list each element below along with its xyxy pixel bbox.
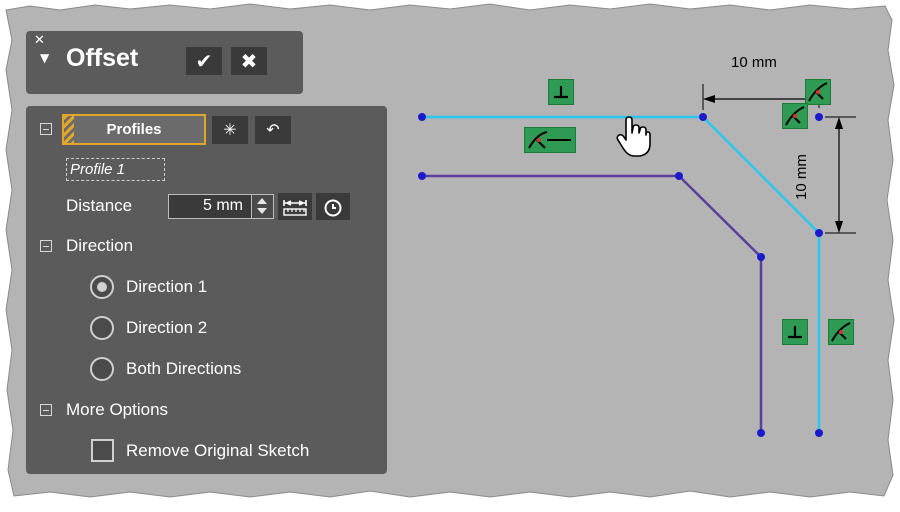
tangent-constraint-icon[interactable] [828,319,854,345]
vertical-dimension-value[interactable]: 10 mm [793,154,810,200]
perpendicular-constraint-icon[interactable] [548,79,574,105]
offset-sketch-line[interactable] [422,115,821,433]
vertical-dimension[interactable] [825,116,856,234]
sketch-geometry [418,84,856,437]
endpoint[interactable] [418,172,426,180]
endpoint[interactable] [757,429,765,437]
perpendicular-constraint-icon[interactable] [782,319,808,345]
original-sketch-line[interactable] [422,174,763,433]
hand-cursor-icon [616,116,651,157]
endpoint[interactable] [675,172,683,180]
endpoint[interactable] [757,253,765,261]
endpoint[interactable] [418,113,426,121]
tangent-constraint-icon[interactable] [782,103,808,129]
tangent-constraint-icon[interactable] [524,127,576,153]
tangent-constraint-icon[interactable] [805,79,831,105]
endpoint[interactable] [815,229,823,237]
endpoint[interactable] [815,113,823,121]
endpoint[interactable] [815,429,823,437]
horizontal-dimension-value[interactable]: 10 mm [731,54,777,71]
endpoint[interactable] [699,113,707,121]
